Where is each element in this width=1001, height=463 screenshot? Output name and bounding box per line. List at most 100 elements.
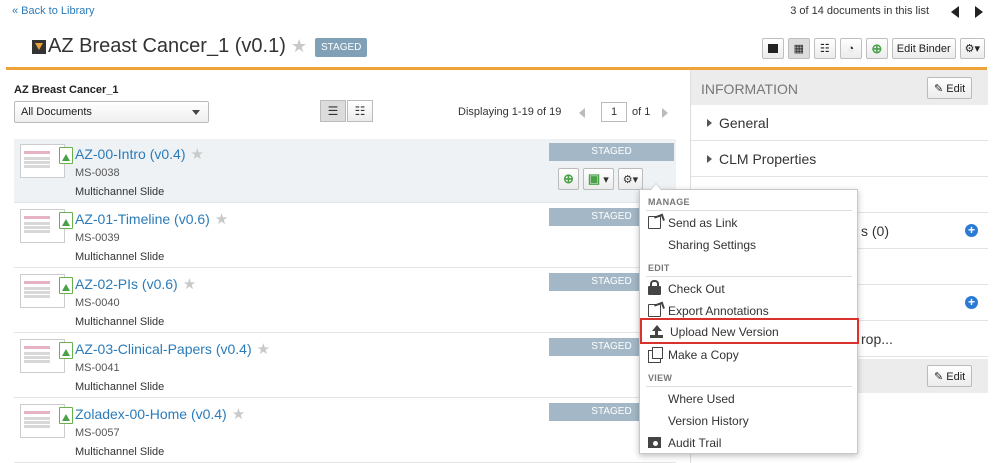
clock-button[interactable]: ◔ bbox=[839, 38, 862, 59]
list-icon: ☷ bbox=[819, 43, 830, 55]
document-row[interactable]: AZ-02-PIs (v0.6) ★ MS-0040 Multichannel S… bbox=[14, 269, 676, 333]
document-row[interactable]: AZ-00-Intro (v0.4) ★ MS-0038 Multichannel… bbox=[14, 139, 676, 203]
document-type: Multichannel Slide bbox=[75, 251, 165, 263]
clock-icon: ◔ bbox=[847, 42, 855, 55]
tree-icon: ☷ bbox=[354, 104, 366, 118]
copy-icon bbox=[648, 347, 663, 363]
slide-type-icon bbox=[59, 407, 73, 424]
menu-item-send-as-link[interactable]: Send as Link bbox=[640, 212, 857, 234]
menu-item-make-a-copy[interactable]: Make a Copy bbox=[640, 344, 857, 366]
share-icon bbox=[648, 216, 661, 229]
document-title-link[interactable]: AZ-01-Timeline (v0.6) ★ bbox=[75, 210, 228, 228]
document-number: MS-0040 bbox=[75, 297, 120, 309]
page-title: AZ Breast Cancer_1 (v0.1) bbox=[48, 35, 286, 57]
displaying-count: Displaying 1-19 of 19 bbox=[458, 106, 562, 118]
document-title-link[interactable]: Zoladex-00-Home (v0.4) ★ bbox=[75, 405, 245, 423]
slide-image-icon: ▣ bbox=[587, 171, 601, 186]
slide-type-icon bbox=[59, 147, 73, 164]
document-number: MS-0038 bbox=[75, 167, 120, 179]
document-thumbnail bbox=[20, 274, 73, 308]
document-number: MS-0057 bbox=[75, 427, 120, 439]
cart-add-icon: ⊕ bbox=[871, 40, 883, 56]
title-bar: AZ Breast Cancer_1 (v0.1) ★ STAGED ▦ ☷ ◔… bbox=[0, 28, 1001, 68]
settings-menu-button[interactable]: ⚙▾ bbox=[959, 38, 985, 59]
binder-icon bbox=[32, 40, 46, 54]
document-title-link[interactable]: AZ-02-PIs (v0.6) ★ bbox=[75, 275, 196, 293]
menu-item-version-history[interactable]: Version History bbox=[640, 410, 857, 432]
next-document-icon[interactable] bbox=[975, 6, 983, 18]
previous-document-icon[interactable] bbox=[951, 6, 959, 18]
document-actions-menu: MANAGE Send as Link Sharing Settings EDI… bbox=[639, 183, 859, 454]
document-number: MS-0039 bbox=[75, 232, 120, 244]
document-number: MS-0041 bbox=[75, 362, 120, 374]
favorite-star-icon[interactable]: ★ bbox=[190, 146, 203, 163]
document-title-link[interactable]: AZ-00-Intro (v0.4) ★ bbox=[75, 145, 204, 163]
document-row[interactable]: AZ-03-Clinical-Papers (v0.4) ★ MS-0041 Mu… bbox=[14, 334, 676, 398]
tree-mode-button[interactable]: ☷ bbox=[347, 100, 373, 122]
binder-toolbar: ▦ ☷ ◔ ⊕ Edit Binder ⚙▾ bbox=[761, 38, 985, 59]
document-type: Multichannel Slide bbox=[75, 186, 165, 198]
expand-arrow-icon bbox=[707, 155, 712, 163]
lock-icon bbox=[648, 280, 661, 295]
page-next-icon[interactable] bbox=[662, 108, 668, 118]
filter-value: All Documents bbox=[21, 106, 92, 118]
document-thumbnail bbox=[20, 404, 73, 438]
favorite-star-icon[interactable]: ★ bbox=[183, 276, 196, 293]
menu-item-sharing-settings[interactable]: Sharing Settings bbox=[640, 234, 857, 256]
add-to-cart-button[interactable]: ⊕ bbox=[558, 168, 579, 190]
edit-binder-button[interactable]: Edit Binder bbox=[891, 38, 956, 59]
add-icon[interactable]: + bbox=[965, 224, 978, 237]
document-actions-gear-button[interactable]: ⚙▾ bbox=[617, 168, 644, 190]
row-actions: ⊕ ▣ ▾ ⚙▾ bbox=[558, 168, 644, 190]
back-to-library-link[interactable]: « Back to Library bbox=[12, 5, 95, 17]
gear-icon: ⚙▾ bbox=[964, 43, 980, 55]
add-to-cart-button[interactable]: ⊕ bbox=[865, 38, 888, 59]
slide-type-icon bbox=[59, 342, 73, 359]
favorite-star-icon[interactable]: ★ bbox=[232, 406, 245, 423]
menu-section-edit: EDIT bbox=[648, 263, 670, 273]
menu-item-audit-trail[interactable]: Audit Trail bbox=[640, 432, 857, 454]
menu-item-where-used[interactable]: Where Used bbox=[640, 388, 857, 410]
status-badge: STAGED bbox=[549, 143, 674, 161]
top-bar: « Back to Library 3 of 14 documents in t… bbox=[0, 0, 1001, 24]
document-row[interactable]: AZ-01-Timeline (v0.6) ★ MS-0039 Multichan… bbox=[14, 204, 676, 268]
list-view-button[interactable]: ☷ bbox=[813, 38, 836, 59]
split-view-button[interactable]: ▦ bbox=[787, 38, 810, 59]
document-title-link[interactable]: AZ-03-Clinical-Papers (v0.4) ★ bbox=[75, 340, 270, 358]
document-thumbnail bbox=[20, 144, 73, 178]
list-lines-icon: ☰ bbox=[327, 104, 339, 118]
favorite-star-icon[interactable]: ★ bbox=[215, 211, 228, 228]
split-view-icon: ▦ bbox=[793, 43, 804, 55]
page-prev-icon[interactable] bbox=[579, 108, 585, 118]
favorite-star-icon[interactable]: ★ bbox=[257, 341, 270, 358]
document-filter-select[interactable]: All Documents bbox=[14, 101, 209, 123]
binder-name-label: AZ Breast Cancer_1 bbox=[14, 84, 119, 96]
menu-section-view: VIEW bbox=[648, 373, 673, 383]
section-clm-properties[interactable]: CLM Properties bbox=[691, 141, 988, 177]
document-thumbnail bbox=[20, 209, 73, 243]
single-view-button[interactable] bbox=[761, 38, 784, 59]
section-general[interactable]: General bbox=[691, 105, 988, 141]
add-icon[interactable]: + bbox=[965, 296, 978, 309]
menu-item-upload-new-version[interactable]: Upload New Version bbox=[640, 318, 859, 344]
menu-item-check-out[interactable]: Check Out bbox=[640, 278, 857, 300]
list-mode-button[interactable]: ☰ bbox=[320, 100, 346, 122]
slide-type-icon bbox=[59, 277, 73, 294]
information-title: INFORMATION bbox=[701, 81, 798, 97]
edit-section-button[interactable]: ✎ Edit bbox=[927, 365, 973, 387]
favorite-star-icon[interactable]: ★ bbox=[291, 36, 307, 57]
document-row[interactable]: Zoladex-00-Home (v0.4) ★ MS-0057 Multicha… bbox=[14, 399, 676, 463]
document-position-count: 3 of 14 documents in this list bbox=[790, 5, 929, 17]
slide-type-icon bbox=[59, 212, 73, 229]
upload-icon bbox=[650, 325, 663, 338]
status-badge: STAGED bbox=[315, 38, 368, 57]
document-type: Multichannel Slide bbox=[75, 381, 165, 393]
slide-actions-button[interactable]: ▣ ▾ bbox=[582, 168, 614, 190]
gear-icon: ⚙▾ bbox=[622, 173, 639, 186]
page-number-input[interactable]: 1 bbox=[601, 102, 627, 122]
menu-section-manage: MANAGE bbox=[648, 197, 690, 207]
export-icon bbox=[648, 304, 661, 317]
page-of-label: of 1 bbox=[632, 106, 651, 118]
edit-info-button[interactable]: ✎ Edit bbox=[927, 77, 973, 99]
document-thumbnail bbox=[20, 339, 73, 373]
